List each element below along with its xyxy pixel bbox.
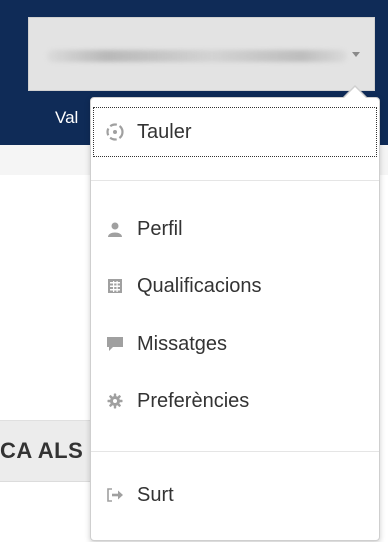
menu-item-grades[interactable]: Qualificacions [93, 261, 377, 311]
menu-item-logout[interactable]: Surt [93, 470, 377, 520]
comment-icon [105, 334, 125, 354]
menu-item-messages[interactable]: Missatges [93, 319, 377, 369]
dashboard-icon [105, 122, 125, 142]
user-name-label: Val [55, 108, 79, 127]
section-heading: CA ALS [0, 438, 84, 463]
cog-icon [105, 391, 125, 411]
dropdown-arrow [344, 87, 366, 98]
user-icon [105, 219, 125, 239]
user-name-blurred [47, 50, 347, 62]
sign-out-icon [105, 485, 125, 505]
user-menu-toggle[interactable] [28, 17, 375, 91]
menu-item-profile[interactable]: Perfil [93, 204, 377, 254]
caret-down-icon [352, 52, 360, 57]
user-dropdown-menu: Tauler Perfil Qualificacions Missatges P… [90, 97, 380, 541]
menu-item-dashboard[interactable]: Tauler [93, 107, 377, 157]
menu-divider [91, 451, 379, 452]
menu-item-preferences[interactable]: Preferències [93, 376, 377, 426]
menu-divider [91, 180, 379, 181]
table-icon [105, 276, 125, 296]
